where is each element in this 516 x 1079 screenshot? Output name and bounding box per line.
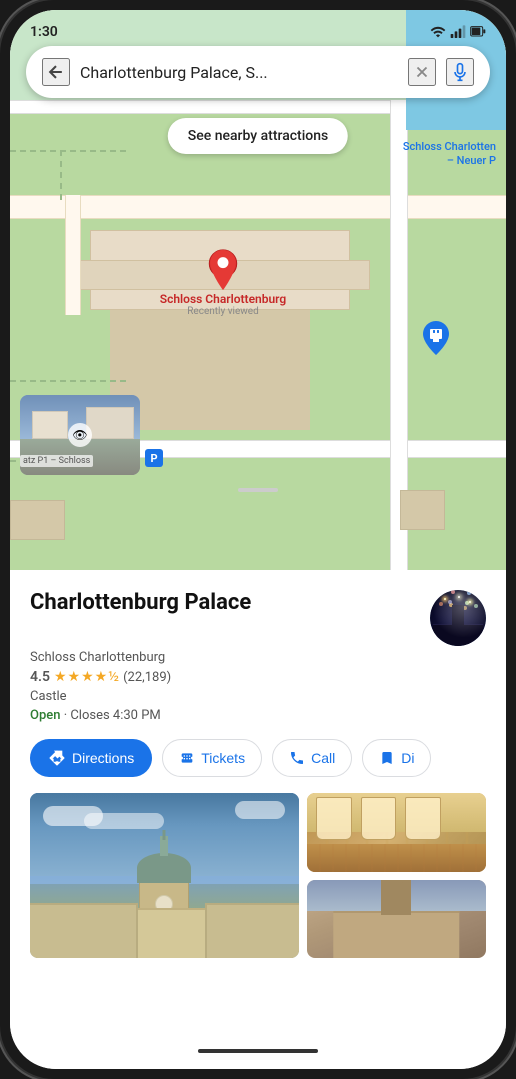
- home-indicator[interactable]: [198, 1049, 318, 1053]
- open-status: Open: [30, 708, 60, 723]
- rating-number: 4.5: [30, 669, 50, 685]
- clear-button[interactable]: [408, 58, 436, 86]
- photo-grid: [30, 793, 486, 958]
- rating-count: (22,189): [123, 670, 171, 685]
- signal-icon: [450, 24, 466, 40]
- photo-statue[interactable]: [307, 880, 486, 959]
- pin-label: Schloss Charlottenburg Recently viewed: [160, 292, 286, 317]
- place-thumbnail[interactable]: [430, 590, 486, 646]
- wifi-icon: [430, 24, 446, 40]
- phone-frame: 1:30: [0, 0, 516, 1079]
- call-icon: [289, 750, 305, 766]
- map-area: 1:30: [10, 10, 506, 570]
- place-type: Castle: [30, 689, 486, 704]
- search-bar[interactable]: Charlottenburg Palace, S...: [26, 46, 490, 98]
- tickets-icon: [179, 750, 195, 766]
- place-subtitle: Schloss Charlottenburg: [30, 650, 486, 665]
- star-2: ★: [68, 669, 81, 685]
- statue-photo-bg: [307, 880, 486, 959]
- battery-icon: [470, 24, 486, 40]
- directions-button[interactable]: Directions: [30, 739, 152, 777]
- photo-interior[interactable]: [307, 793, 486, 872]
- action-buttons-row: Directions Tickets Call: [30, 739, 486, 777]
- place-rating: 4.5 ★ ★ ★ ★ ½ (22,189): [30, 669, 486, 685]
- mic-button[interactable]: [446, 58, 474, 86]
- place-title: Charlottenburg Palace: [30, 590, 251, 616]
- place-info-left: Charlottenburg Palace: [30, 590, 251, 616]
- palace-photo-bg: [30, 793, 299, 958]
- tickets-label: Tickets: [201, 750, 245, 766]
- star-rating: ★ ★ ★ ★ ½: [54, 669, 119, 685]
- path-dashed-2: [60, 150, 62, 200]
- photo-side-column: [307, 793, 486, 958]
- place-hours: Open · Closes 4:30 PM: [30, 708, 486, 723]
- phone-screen: 1:30: [10, 10, 506, 1069]
- small-building-1: [10, 500, 65, 540]
- call-label: Call: [311, 750, 335, 766]
- drag-handle[interactable]: [238, 488, 278, 492]
- street-label: atz P1 – Schloss: [20, 455, 93, 467]
- photo-palace-exterior[interactable]: [30, 793, 299, 958]
- status-bar: 1:30: [10, 10, 506, 46]
- more-button[interactable]: Di: [362, 739, 431, 777]
- tickets-button[interactable]: Tickets: [162, 739, 262, 777]
- directions-icon: [48, 749, 66, 767]
- parking-icon: P: [145, 449, 163, 467]
- place-header: Charlottenburg Palace: [30, 590, 486, 646]
- star-1: ★: [54, 669, 67, 685]
- pin-svg: [205, 248, 241, 292]
- save-icon: [379, 750, 395, 766]
- star-3: ★: [81, 669, 94, 685]
- path-dashed-3: [10, 380, 126, 382]
- path-dashed-1: [10, 150, 126, 152]
- courtyard: [110, 310, 310, 430]
- star-half: ½: [108, 669, 119, 685]
- interior-photo-bg: [307, 793, 486, 872]
- more-label: Di: [401, 750, 414, 766]
- small-building-2: [400, 490, 445, 530]
- map-label-top-right: Schloss Charlotten – Neuer P: [403, 140, 496, 169]
- closes-at: Closes 4:30 PM: [70, 708, 160, 723]
- road-vertical-left: [65, 195, 81, 315]
- nearby-pin[interactable]: [421, 320, 451, 360]
- search-query: Charlottenburg Palace, S...: [80, 63, 398, 82]
- status-time: 1:30: [30, 24, 58, 40]
- nearby-attractions-button[interactable]: See nearby attractions: [168, 118, 348, 154]
- directions-label: Directions: [72, 750, 134, 766]
- info-panel: Charlottenburg Palace: [10, 570, 506, 1069]
- road-horizontal-main: [10, 195, 506, 219]
- call-button[interactable]: Call: [272, 739, 352, 777]
- back-button[interactable]: [42, 58, 70, 86]
- status-icons: [430, 24, 486, 40]
- location-pin[interactable]: Schloss Charlottenburg Recently viewed: [205, 248, 241, 292]
- star-4: ★: [95, 669, 108, 685]
